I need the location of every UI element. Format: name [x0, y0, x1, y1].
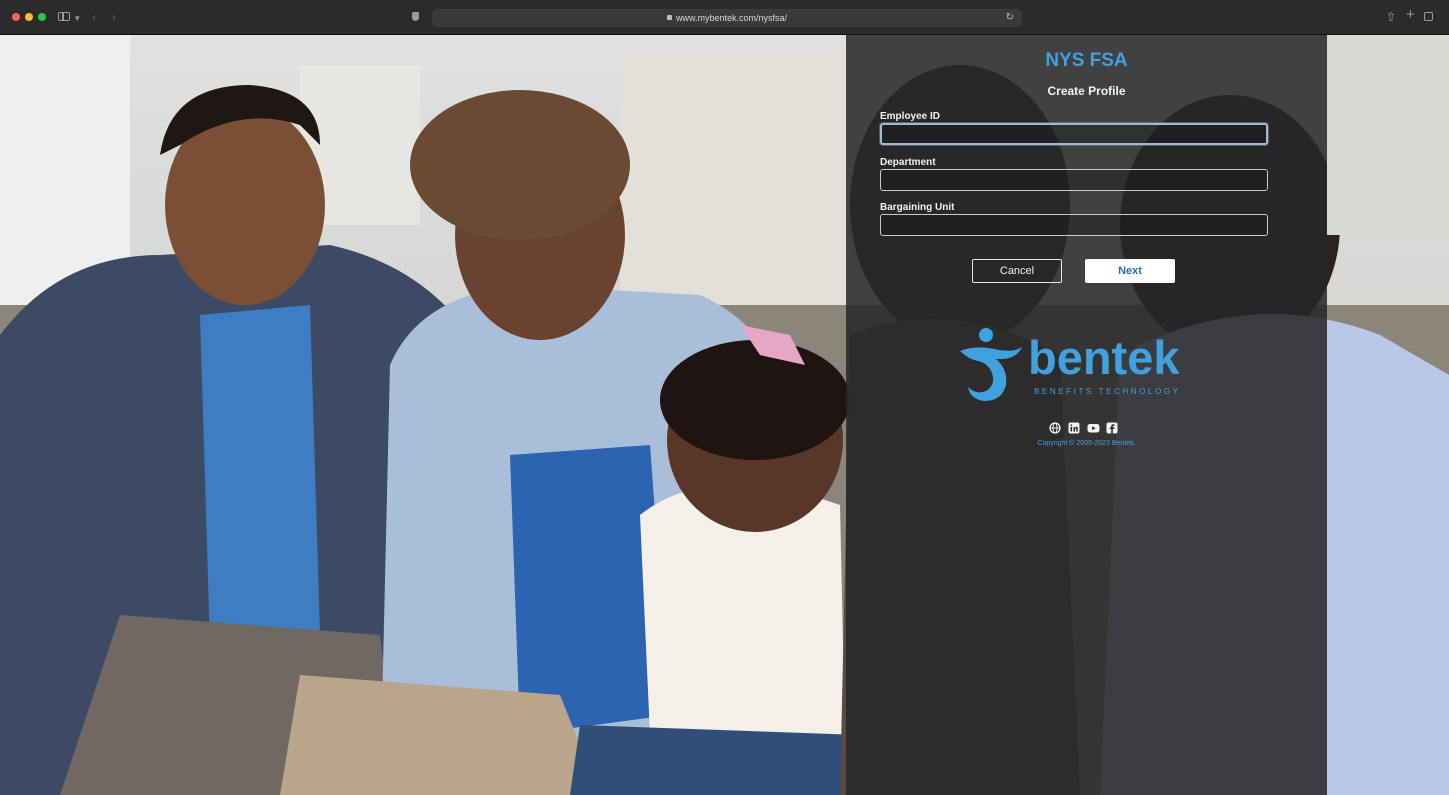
brand-tagline: BENEFITS TECHNOLOGY: [1034, 387, 1181, 396]
facebook-icon[interactable]: [1106, 422, 1120, 434]
bargaining-unit-input[interactable]: [880, 214, 1268, 236]
employee-id-input[interactable]: [880, 123, 1268, 145]
employee-id-label: Employee ID: [880, 111, 941, 122]
back-icon[interactable]: ‹: [92, 9, 96, 25]
lock-icon: [666, 15, 672, 21]
share-icon[interactable]: ⇧: [1386, 9, 1396, 25]
copyright-text: Copyright © 2005-2023 Bentek.: [1037, 440, 1136, 447]
globe-icon[interactable]: [1049, 422, 1063, 434]
sidebar-toggle-icon[interactable]: [58, 12, 70, 21]
form-heading: Create Profile: [1047, 84, 1126, 98]
address-bar[interactable]: www.mybentek.com/nysfsa/ ↻: [432, 9, 1022, 27]
browser-toolbar: ▾ ‹ › www.mybentek.com/nysfsa/ ↻ ⇧ +: [0, 0, 1449, 35]
minimize-window-button[interactable]: [25, 13, 33, 21]
reload-icon[interactable]: ↻: [1006, 9, 1014, 27]
linkedin-icon[interactable]: [1068, 422, 1082, 434]
chevron-down-icon[interactable]: ▾: [75, 10, 80, 26]
page-title: NYS FSA: [1045, 50, 1128, 71]
department-input[interactable]: [880, 169, 1268, 191]
bargaining-unit-label: Bargaining Unit: [880, 202, 955, 213]
cancel-button[interactable]: Cancel: [972, 259, 1062, 283]
brand-name: bentek: [1028, 331, 1180, 384]
privacy-shield-icon[interactable]: [412, 12, 419, 21]
forward-icon[interactable]: ›: [112, 9, 116, 25]
bentek-figure-icon: [960, 328, 1022, 401]
bentek-logo: bentek BENEFITS TECHNOLOGY: [956, 325, 1216, 405]
next-button[interactable]: Next: [1085, 259, 1175, 283]
tab-overview-icon[interactable]: [1424, 12, 1433, 21]
create-profile-panel: NYS FSA Create Profile Employee ID Depar…: [846, 35, 1327, 795]
zoom-window-button[interactable]: [38, 13, 46, 21]
department-label: Department: [880, 157, 936, 168]
new-tab-icon[interactable]: +: [1406, 7, 1415, 23]
youtube-icon[interactable]: [1087, 422, 1101, 434]
url-text: www.mybentek.com/nysfsa/: [675, 13, 788, 23]
close-window-button[interactable]: [12, 13, 20, 21]
